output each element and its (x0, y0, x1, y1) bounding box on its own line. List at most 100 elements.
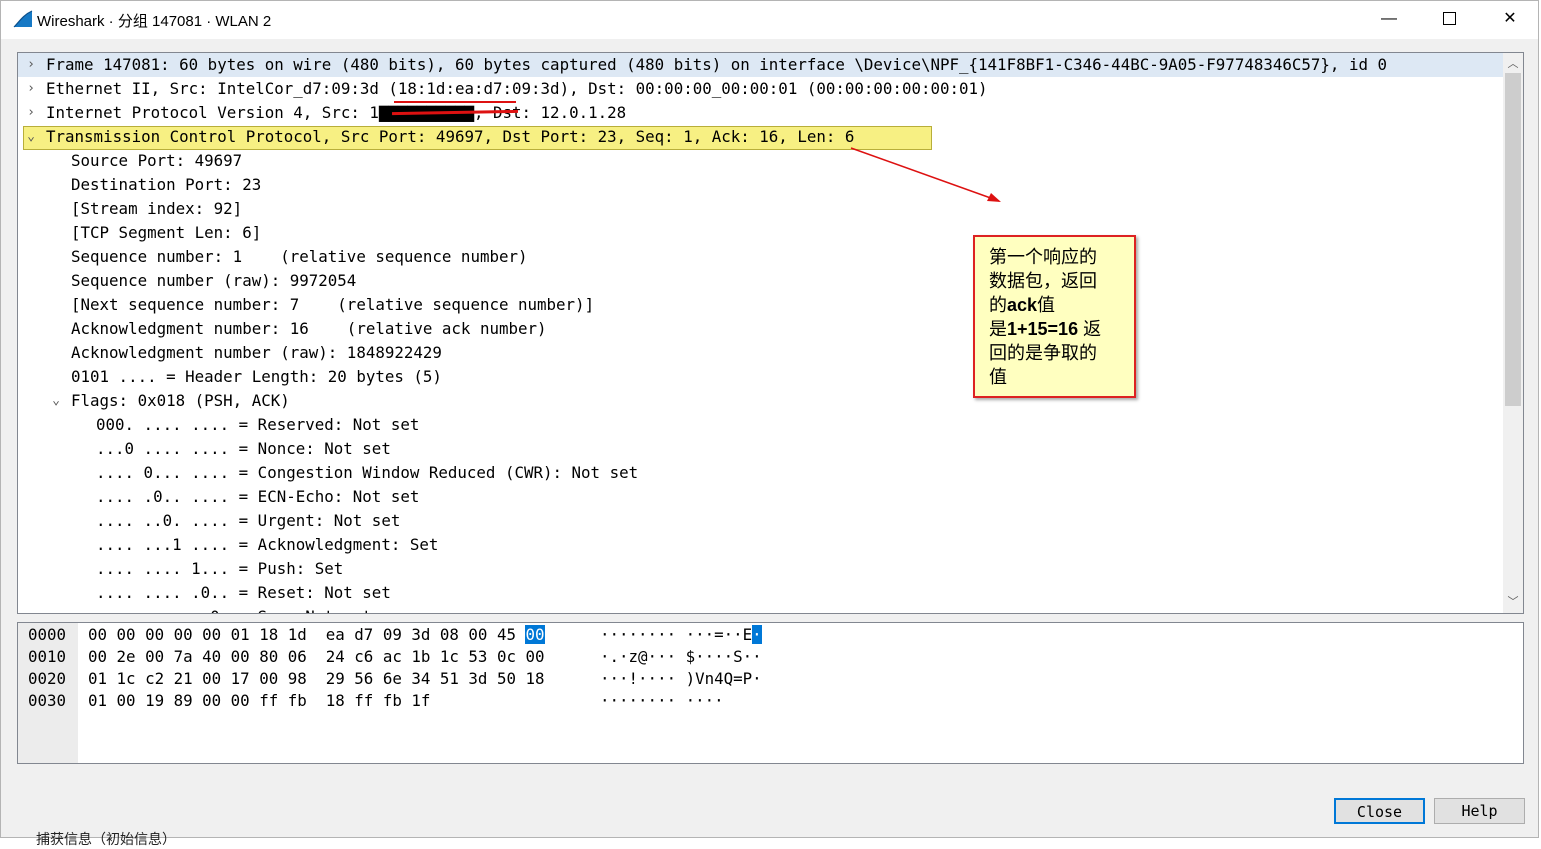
annotation-arrow (850, 147, 1001, 202)
tree-row-label: Acknowledgment number (raw): 1848922429 (71, 343, 442, 362)
tree-row-label: Flags: 0x018 (PSH, ACK) (71, 391, 290, 410)
note-line: 回的是争取的 (989, 343, 1097, 363)
note-text: 的 (989, 295, 1007, 315)
tree-row-label: Sequence number: 1 (relative sequence nu… (71, 247, 528, 266)
hex-offset: 0030 (28, 691, 67, 710)
tree-row-label: Transmission Control Protocol, Src Port:… (46, 127, 855, 146)
tree-row[interactable]: Sequence number (raw): 9972054 (18, 269, 1504, 293)
hex-bytes[interactable]: 00 00 00 00 00 01 18 1d ea d7 09 3d 08 0… (88, 624, 545, 646)
expand-arrow-icon[interactable]: › (24, 77, 38, 101)
tree-row[interactable]: Sequence number: 1 (relative sequence nu… (18, 245, 1504, 269)
hex-offset: 0000 (28, 625, 67, 644)
underline-annotation-mac (394, 101, 516, 103)
tree-row-label: .... .0.. .... = ECN-Echo: Not set (96, 487, 420, 506)
tree-row-label: .... ..0. .... = Urgent: Not set (96, 511, 401, 530)
tree-row[interactable]: .... 0... .... = Congestion Window Reduc… (18, 461, 1504, 485)
minimize-button[interactable]: — (1366, 1, 1412, 39)
hex-bytes-text: 01 1c c2 21 00 17 00 98 29 56 6e 34 51 3… (88, 669, 545, 688)
tree-row-label: Source Port: 49697 (71, 151, 243, 170)
tree-row[interactable]: › Internet Protocol Version 4, Src: 1▇▇▇▇… (18, 101, 1504, 125)
expand-arrow-icon[interactable]: › (24, 101, 38, 125)
close-window-button[interactable]: ✕ (1487, 1, 1533, 39)
close-button[interactable]: Close (1334, 798, 1425, 824)
note-text: 返 (1078, 319, 1102, 339)
tree-row[interactable]: .... ..0. .... = Urgent: Not set (18, 509, 1504, 533)
tree-row[interactable]: .... .0.. .... = ECN-Echo: Not set (18, 485, 1504, 509)
hex-ascii-text: ········ ···· (600, 691, 724, 710)
tree-row[interactable]: .... .... .0.. = Reset: Not set (18, 581, 1504, 605)
hex-bytes[interactable]: 00 2e 00 7a 40 00 80 06 24 c6 ac 1b 1c 5… (88, 646, 545, 668)
tree-row-label: ...0 .... .... = Nonce: Not set (96, 439, 391, 458)
tree-row[interactable]: ...0 .... .... = Nonce: Not set (18, 437, 1504, 461)
hex-ascii-text: ·.·z@··· $····S·· (600, 647, 762, 666)
tree-row[interactable]: Source Port: 49697 (18, 149, 1504, 173)
tree-row-label: [Stream index: 92] (71, 199, 243, 218)
note-line: 值 (989, 367, 1007, 387)
packet-details-tree[interactable]: › Frame 147081: 60 bytes on wire (480 bit… (17, 52, 1524, 614)
hex-offset: 0020 (28, 669, 67, 688)
hex-bytes-text: 01 00 19 89 00 00 ff fb 18 ff fb 1f (88, 691, 431, 710)
tree-row-label: Frame 147081: 60 bytes on wire (480 bits… (46, 55, 1387, 74)
scroll-down-arrow-icon[interactable]: ﹀ (1503, 593, 1523, 611)
tree-row[interactable]: ⌄ Flags: 0x018 (PSH, ACK) (18, 389, 1504, 413)
tree-row[interactable]: [Next sequence number: 7 (relative seque… (18, 293, 1504, 317)
tree-row[interactable]: Destination Port: 23 (18, 173, 1504, 197)
tree-row[interactable]: 000. .... .... = Reserved: Not set (18, 413, 1504, 437)
tree-scrollbar[interactable]: ︿ ﹀ (1503, 53, 1523, 613)
note-text: 是 (989, 319, 1007, 339)
hex-ascii-text: ···!···· )Vn4Q=P· (600, 669, 762, 688)
tree-row[interactable]: › Frame 147081: 60 bytes on wire (480 bit… (18, 53, 1504, 77)
tree-row-label: .... .... ..0. = Syn: Not set (96, 605, 372, 613)
tree-row-label: Internet Protocol Version 4, Src: 1▇▇▇▇▇… (46, 103, 627, 122)
window-title: Wireshark · 分组 147081 · WLAN 2 (37, 13, 272, 30)
hex-bytes[interactable]: 01 1c c2 21 00 17 00 98 29 56 6e 34 51 3… (88, 668, 545, 690)
expand-arrow-icon[interactable]: › (24, 53, 38, 77)
help-button[interactable]: Help (1434, 798, 1525, 824)
tree-row[interactable]: .... ...1 .... = Acknowledgment: Set (18, 533, 1504, 557)
tree-row-label: .... ...1 .... = Acknowledgment: Set (96, 535, 439, 554)
tree-row-label: Sequence number (raw): 9972054 (71, 271, 357, 290)
tree-row[interactable]: [TCP Segment Len: 6] (18, 221, 1504, 245)
hex-ascii[interactable]: ········ ···· (600, 690, 724, 712)
hex-ascii[interactable]: ···!···· )Vn4Q=P· (600, 668, 762, 690)
tree-row[interactable]: 0101 .... = Header Length: 20 bytes (5) (18, 365, 1504, 389)
note-text-bold: ack (1007, 295, 1038, 315)
note-line: 是1+15=16 返 (989, 317, 1124, 341)
tree-row-label: [Next sequence number: 7 (relative seque… (71, 295, 595, 314)
hex-ascii[interactable]: ·.·z@··· $····S·· (600, 646, 762, 668)
tree-row-label: 0101 .... = Header Length: 20 bytes (5) (71, 367, 442, 386)
maximize-button[interactable] (1426, 1, 1472, 39)
note-line: 的ack值 (989, 293, 1124, 317)
scroll-thumb[interactable] (1505, 73, 1521, 406)
note-text: 值 (1037, 295, 1056, 315)
hex-bytes-text: 00 2e 00 7a 40 00 80 06 24 c6 ac 1b 1c 5… (88, 647, 545, 666)
tree-row[interactable]: Acknowledgment number (raw): 1848922429 (18, 341, 1504, 365)
tree-row-label: Ethernet II, Src: IntelCor_d7:09:3d (18:… (46, 79, 988, 98)
note-line: 数据包，返回 (989, 271, 1097, 291)
selected-byte[interactable]: 00 (525, 625, 545, 644)
selected-ascii[interactable]: · (752, 625, 762, 644)
tree-row-label: Acknowledgment number: 16 (relative ack … (71, 319, 547, 338)
scroll-up-arrow-icon[interactable]: ︿ (1503, 55, 1523, 73)
tree-row[interactable]: .... .... 1... = Push: Set (18, 557, 1504, 581)
hex-ascii-text: ········ ···=··E (600, 625, 753, 644)
tree-row-label: [TCP Segment Len: 6] (71, 223, 262, 242)
packet-bytes-pane[interactable]: 0000 00 00 00 00 00 01 18 1d ea d7 09 3d … (17, 622, 1524, 764)
tree-row-label: Destination Port: 23 (71, 175, 262, 194)
tree-row[interactable]: › Ethernet II, Src: IntelCor_d7:09:3d (18… (18, 77, 1504, 101)
tree-row[interactable]: Acknowledgment number: 16 (relative ack … (18, 317, 1504, 341)
collapse-arrow-icon[interactable]: ⌄ (49, 389, 63, 413)
tree-row[interactable]: .... .... ..0. = Syn: Not set (18, 605, 1504, 613)
title-bar: Wireshark · 分组 147081 · WLAN 2 — ✕ (1, 1, 1538, 39)
hex-ascii[interactable]: ········ ···=··E· (600, 624, 762, 646)
tree-row[interactable]: ⌄ Transmission Control Protocol, Src Port… (18, 125, 1504, 149)
hex-bytes[interactable]: 01 00 19 89 00 00 ff fb 18 ff fb 1f (88, 690, 430, 712)
collapse-arrow-icon[interactable]: ⌄ (24, 125, 38, 149)
tree-row-label: .... 0... .... = Congestion Window Reduc… (96, 463, 639, 482)
background-window-text: 捕获信息（初始信息） (36, 831, 176, 847)
note-line: 第一个响应的 (989, 247, 1097, 267)
hex-bytes-text: 00 00 00 00 00 01 18 1d ea d7 09 3d 08 0… (88, 625, 526, 644)
tree-row[interactable]: [Stream index: 92] (18, 197, 1504, 221)
tree-row-label: .... .... 1... = Push: Set (96, 559, 344, 578)
annotation-note: 第一个响应的 数据包，返回 的ack值 是1+15=16 返 回的是争取的 值 (973, 235, 1136, 398)
